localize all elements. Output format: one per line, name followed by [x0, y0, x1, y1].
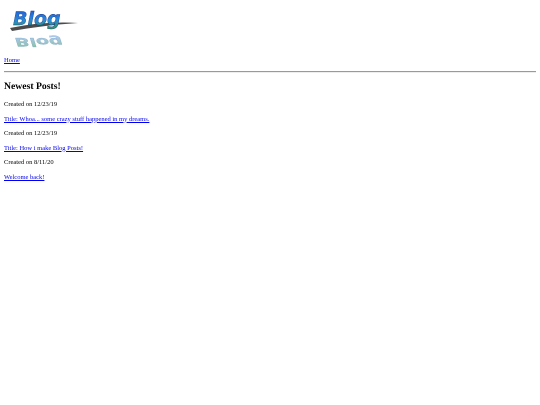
- page-title: Newest Posts!: [4, 81, 61, 92]
- post-title-link[interactable]: Welcome back!: [4, 173, 149, 188]
- logo-word: Blog: [13, 8, 61, 30]
- post-item: Created on 12/23/19 Title: Whoa... some …: [4, 100, 149, 129]
- post-list: Created on 12/23/19 Title: Whoa... some …: [4, 100, 149, 187]
- post-date: Created on 12/23/19: [4, 130, 58, 137]
- post-item: Created on 8/11/20 Welcome back!: [4, 158, 149, 187]
- logo-reflection: Blog: [15, 35, 63, 48]
- divider: [4, 71, 536, 73]
- post-title-link[interactable]: Title: How i make Blog Posts!: [4, 144, 149, 159]
- blog-logo: Blog Blog: [8, 4, 80, 48]
- home-link[interactable]: Home: [4, 57, 20, 64]
- post-date: Created on 8/11/20: [4, 159, 54, 166]
- post-item: Created on 12/23/19 Title: How i make Bl…: [4, 129, 149, 158]
- post-title-link[interactable]: Title: Whoa... some crazy stuff happened…: [4, 115, 149, 130]
- post-date: Created on 12/23/19: [4, 101, 58, 108]
- blog-logo-image: Blog Blog: [10, 8, 78, 48]
